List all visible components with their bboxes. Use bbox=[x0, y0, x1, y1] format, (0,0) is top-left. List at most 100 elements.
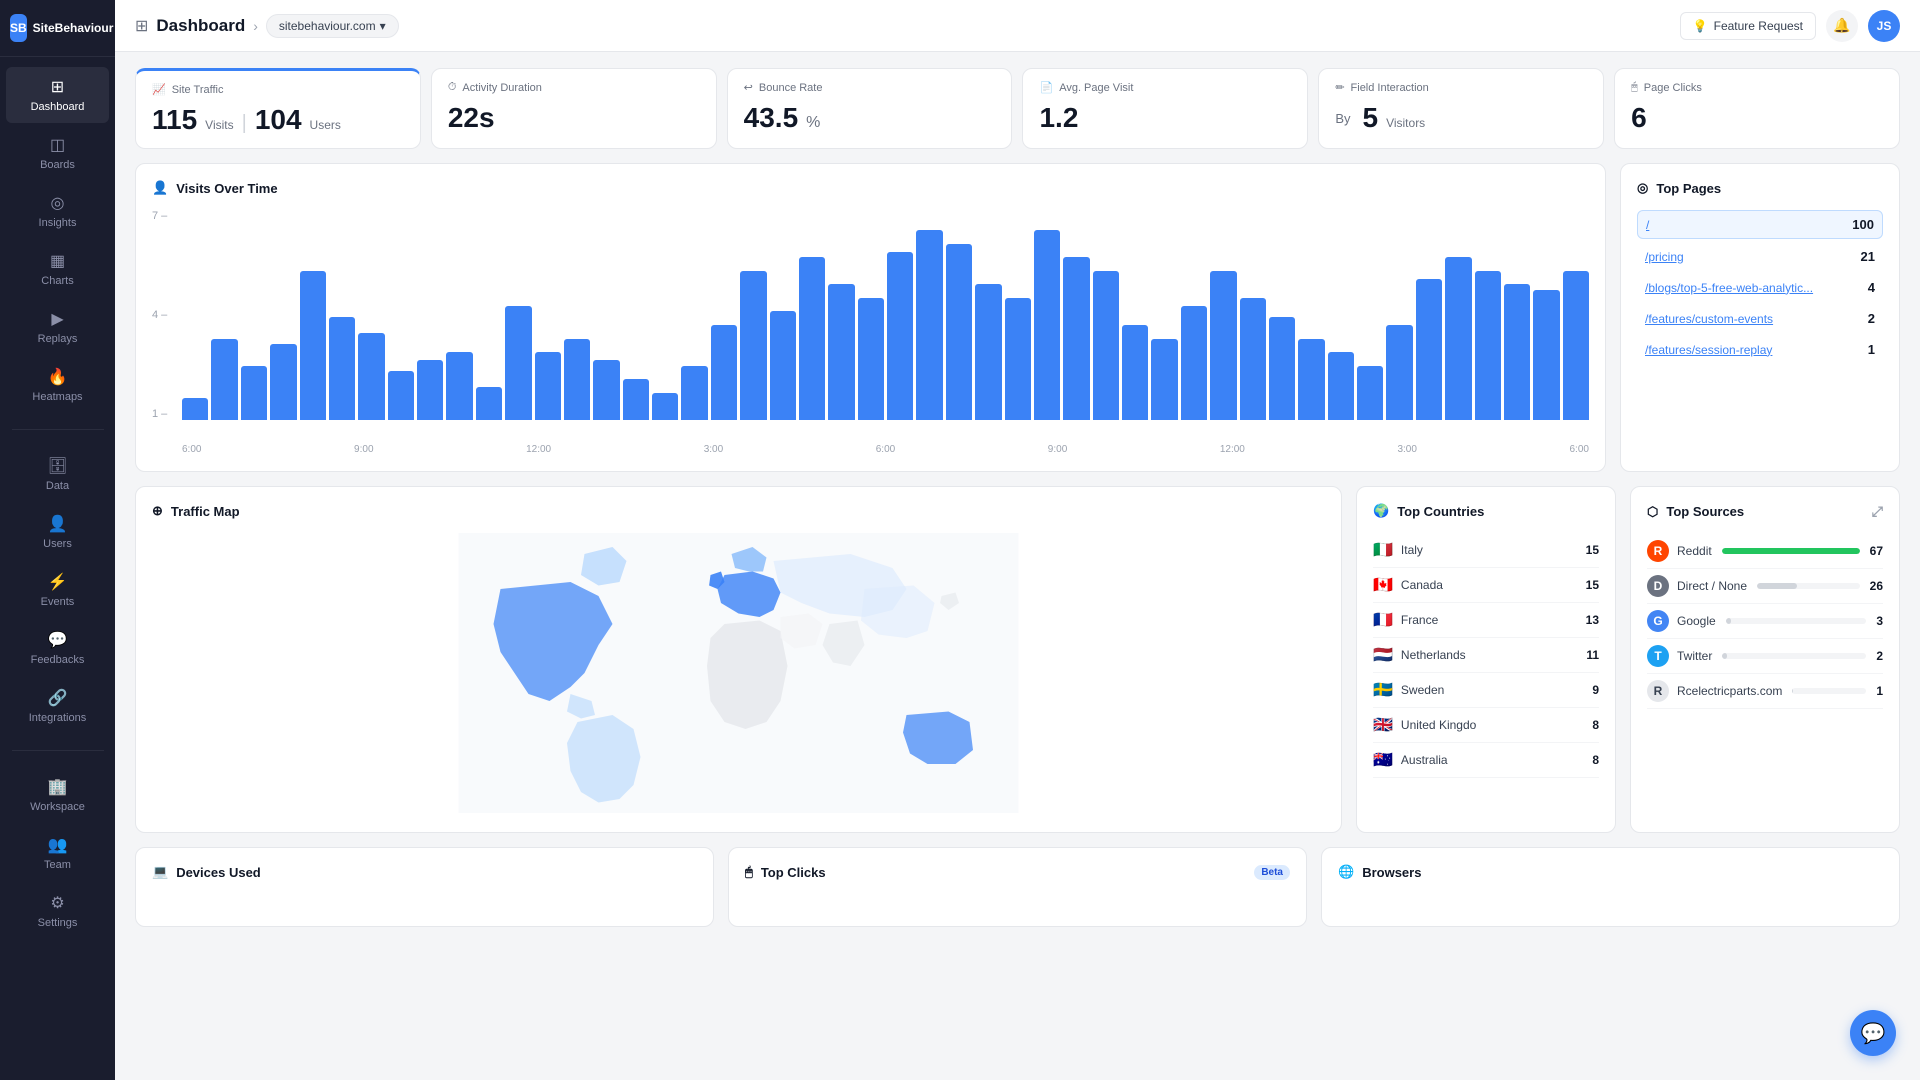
notifications-button[interactable]: 🔔 bbox=[1826, 10, 1858, 42]
bar bbox=[681, 366, 707, 420]
bar bbox=[652, 393, 678, 420]
flag: 🇮🇹 bbox=[1373, 540, 1393, 560]
sidebar-item-users[interactable]: 👤 Users bbox=[6, 504, 109, 560]
expand-icon[interactable]: ⤢ bbox=[1872, 503, 1883, 520]
sidebar-label-insights: Insights bbox=[39, 217, 77, 229]
bar bbox=[476, 387, 502, 420]
page-row[interactable]: /blogs/top-5-free-web-analytic...4 bbox=[1637, 274, 1883, 301]
source-bar-fill bbox=[1722, 548, 1860, 554]
stat-card-bounce: ↩ Bounce Rate 43.5 % bbox=[727, 68, 1013, 149]
traffic-map-card: ⊕ Traffic Map bbox=[135, 486, 1342, 833]
sidebar-item-settings[interactable]: ⚙ Settings bbox=[6, 883, 109, 939]
stat-value-avgvisit: 1.2 bbox=[1039, 102, 1291, 134]
bar bbox=[1005, 298, 1031, 420]
field-icon: ✏ bbox=[1335, 81, 1344, 94]
insights-icon: ◎ bbox=[51, 193, 65, 213]
sidebar-item-data[interactable]: 🗄 Data bbox=[6, 446, 109, 502]
page-url: /features/custom-events bbox=[1645, 312, 1773, 326]
country-row[interactable]: 🇨🇦Canada15 bbox=[1373, 568, 1599, 603]
sidebar-item-team[interactable]: 👥 Team bbox=[6, 825, 109, 881]
country-row[interactable]: 🇫🇷France13 bbox=[1373, 603, 1599, 638]
bounce-unit: % bbox=[806, 114, 820, 132]
feature-request-label: Feature Request bbox=[1714, 19, 1803, 33]
country-count: 8 bbox=[1592, 753, 1599, 767]
bar-group bbox=[241, 210, 267, 420]
bar-group bbox=[1122, 210, 1148, 420]
bar bbox=[975, 284, 1001, 420]
stat-value-clicks: 6 bbox=[1631, 102, 1883, 134]
source-row[interactable]: R Rcelectricparts.com 1 bbox=[1647, 674, 1883, 709]
traffic-icon: 📈 bbox=[152, 83, 166, 96]
country-name: Italy bbox=[1401, 543, 1423, 557]
page-count: 21 bbox=[1861, 249, 1875, 264]
top-clicks-title: 🖱 Top Clicks Beta bbox=[745, 864, 1290, 880]
page-row[interactable]: /100 bbox=[1637, 210, 1883, 239]
bar bbox=[1093, 271, 1119, 420]
sidebar-item-charts[interactable]: ▦ Charts bbox=[6, 241, 109, 297]
sidebar-label-heatmaps: Heatmaps bbox=[32, 391, 82, 403]
sidebar-item-dashboard[interactable]: ⊞ Dashboard bbox=[6, 67, 109, 123]
source-bar-fill bbox=[1792, 688, 1793, 694]
page-row[interactable]: /pricing21 bbox=[1637, 243, 1883, 270]
country-row[interactable]: 🇳🇱Netherlands11 bbox=[1373, 638, 1599, 673]
sidebar-item-insights[interactable]: ◎ Insights bbox=[6, 183, 109, 239]
workspace-icon: 🏢 bbox=[48, 777, 68, 797]
browsers-card: 🌐 Browsers bbox=[1321, 847, 1900, 927]
page-row[interactable]: /features/custom-events2 bbox=[1637, 305, 1883, 332]
country-row[interactable]: 🇬🇧United Kingdo8 bbox=[1373, 708, 1599, 743]
source-name: Rcelectricparts.com bbox=[1677, 684, 1782, 698]
bar-group bbox=[1445, 210, 1471, 420]
sidebar-item-events[interactable]: ⚡ Events bbox=[6, 562, 109, 618]
logo[interactable]: SB SiteBehaviour bbox=[0, 0, 115, 57]
sidebar-item-feedbacks[interactable]: 💬 Feedbacks bbox=[6, 620, 109, 676]
x-label: 3:00 bbox=[1397, 444, 1416, 455]
country-info: 🇬🇧United Kingdo bbox=[1373, 715, 1476, 735]
country-info: 🇨🇦Canada bbox=[1373, 575, 1443, 595]
dashboard-icon: ⊞ bbox=[51, 77, 64, 97]
breadcrumb: ⊞ Dashboard › sitebehaviour.com ▾ bbox=[135, 14, 1668, 38]
bar-group bbox=[564, 210, 590, 420]
source-row[interactable]: R Reddit 67 bbox=[1647, 534, 1883, 569]
country-row[interactable]: 🇦🇺Australia8 bbox=[1373, 743, 1599, 778]
sidebar-item-integrations[interactable]: 🔗 Integrations bbox=[6, 678, 109, 734]
bar-group bbox=[623, 210, 649, 420]
country-name: France bbox=[1401, 613, 1438, 627]
page-title: Dashboard bbox=[156, 16, 245, 36]
header: ⊞ Dashboard › sitebehaviour.com ▾ 💡 Feat… bbox=[115, 0, 1920, 52]
bar bbox=[770, 311, 796, 420]
domain-badge[interactable]: sitebehaviour.com ▾ bbox=[266, 14, 399, 38]
stat-card-duration: ⏱ Activity Duration 22s bbox=[431, 68, 717, 149]
country-row[interactable]: 🇮🇹Italy15 bbox=[1373, 533, 1599, 568]
source-row[interactable]: D Direct / None 26 bbox=[1647, 569, 1883, 604]
data-icon: 🗄 bbox=[47, 456, 67, 476]
flag: 🇬🇧 bbox=[1373, 715, 1393, 735]
source-bar bbox=[1722, 548, 1860, 554]
source-row[interactable]: T Twitter 2 bbox=[1647, 639, 1883, 674]
sidebar-item-boards[interactable]: ◫ Boards bbox=[6, 125, 109, 181]
stat-card-avgvisit: 📄 Avg. Page Visit 1.2 bbox=[1022, 68, 1308, 149]
bar-group bbox=[182, 210, 208, 420]
country-row[interactable]: 🇸🇪Sweden9 bbox=[1373, 673, 1599, 708]
source-icon: D bbox=[1647, 575, 1669, 597]
top-sources-card: ⬡ Top Sources ⤢ R Reddit 67 D Direct / N… bbox=[1630, 486, 1900, 833]
avatar[interactable]: JS bbox=[1868, 10, 1900, 42]
sidebar-item-heatmaps[interactable]: 🔥 Heatmaps bbox=[6, 357, 109, 413]
bar bbox=[446, 352, 472, 420]
bar bbox=[1386, 325, 1412, 420]
bar-group bbox=[1475, 210, 1501, 420]
source-row[interactable]: G Google 3 bbox=[1647, 604, 1883, 639]
source-name: Google bbox=[1677, 614, 1716, 628]
bar-group bbox=[1563, 210, 1589, 420]
page-row[interactable]: /features/session-replay1 bbox=[1637, 336, 1883, 363]
bar-group bbox=[1328, 210, 1354, 420]
chat-fab[interactable]: 💬 bbox=[1850, 1010, 1896, 1056]
bar bbox=[1122, 325, 1148, 420]
sidebar-nav-settings: 🏢 Workspace 👥 Team ⚙ Settings bbox=[0, 757, 115, 949]
feature-request-button[interactable]: 💡 Feature Request bbox=[1680, 12, 1816, 40]
integrations-icon: 🔗 bbox=[48, 688, 68, 708]
sidebar-item-replays[interactable]: ▶ Replays bbox=[6, 299, 109, 355]
stat-label-duration: ⏱ Activity Duration bbox=[448, 81, 700, 94]
sidebar-item-workspace[interactable]: 🏢 Workspace bbox=[6, 767, 109, 823]
stat-label-avgvisit: 📄 Avg. Page Visit bbox=[1039, 81, 1291, 94]
x-label: 6:00 bbox=[876, 444, 895, 455]
